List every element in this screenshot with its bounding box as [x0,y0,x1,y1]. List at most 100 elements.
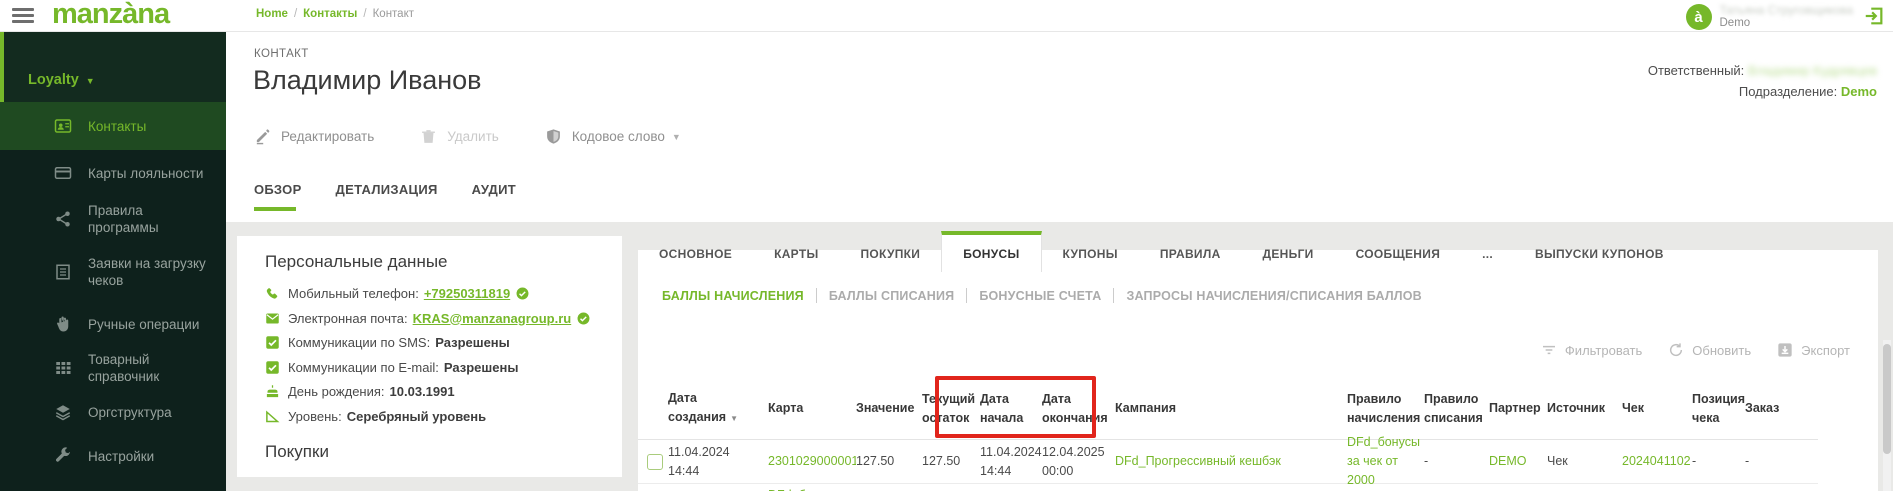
sidebar: Loyalty ▼ Контакты Карты лояльности Прав… [0,32,226,491]
tab-more[interactable]: ... [1461,238,1514,272]
shield-icon [545,128,562,145]
entity-kicker: КОНТАКТ [254,48,309,60]
subtab-writeoff-points[interactable]: БАЛЛЫ СПИСАНИЯ [829,289,954,303]
user-menu[interactable]: à Татьяна Струговщикова Demo [1685,2,1853,32]
chevron-down-icon: ▼ [85,76,95,86]
tab-bonuses[interactable]: БОНУСЫ [941,231,1042,272]
level-value: Серебряный уровень [346,408,487,424]
wrench-icon [54,447,72,465]
bonus-card: БАЛЛЫ НАЧИСЛЕНИЯ БАЛЛЫ СПИСАНИЯ БОНУСНЫЕ… [638,250,1878,491]
col-partner[interactable]: Партнер [1489,399,1547,418]
delete-button[interactable]: Удалить [420,128,499,145]
col-campaign[interactable]: Кампания [1115,399,1347,418]
sort-caret-icon: ▼ [730,414,738,423]
subtab-bonus-accounts[interactable]: БОНУСНЫЕ СЧЕТА [979,289,1101,303]
breadcrumb-separator: / [293,8,298,20]
partner-link[interactable]: DEMO [1489,454,1527,468]
receipt-link[interactable]: 2024041102 [1622,454,1691,468]
campaign-link[interactable]: DFd_Прогрессивный кешбэк [1115,454,1281,468]
tab-coupon-issues[interactable]: ВЫПУСКИ КУПОНОВ [1514,238,1685,272]
row-checkbox[interactable] [647,453,663,470]
subtab-accrual-points[interactable]: БАЛЛЫ НАЧИСЛЕНИЯ [662,289,804,303]
personal-data-title: Персональные данные [265,252,448,271]
tab-overview[interactable]: ОБЗОР [254,182,302,211]
bonus-panel-tabs: ОСНОВНОЕ КАРТЫ ПОКУПКИ БОНУСЫ КУПОНЫ ПРА… [638,230,1685,272]
col-receipt-position[interactable]: Позиция чека [1692,390,1745,428]
email-link[interactable]: KRAS@manzanagroup.ru [413,311,572,326]
accrual-rule-link[interactable]: DFd_бонусы за чек от 2000 [1347,435,1420,487]
chevron-down-icon: ▼ [671,131,681,142]
purchases-title: Покупки [265,441,329,461]
birthday-value: 10.03.1991 [389,384,455,399]
table-header-row: Дата создания ▼ Карта Значение Текущий ос… [638,378,1818,440]
sidebar-item-settings[interactable]: Настройки [0,434,226,478]
trash-icon [420,128,437,145]
tab-money[interactable]: ДЕНЬГИ [1242,238,1335,272]
sidebar-item-product-catalog[interactable]: Товарный справочник [0,346,226,390]
cell-current-balance: 127.50 [922,454,961,468]
hamburger-menu-icon[interactable] [12,8,34,24]
breadcrumb-separator: / [363,8,367,20]
action-bar: Редактировать Удалить Кодовое слово ▼ [254,128,727,145]
contact-header: КОНТАКТ Владимир Иванов Ответственный: В… [226,32,1893,222]
sidebar-item-receipt-upload[interactable]: Заявки на загрузку чеков [0,242,226,302]
sidebar-item-contacts[interactable]: Контакты [0,102,226,150]
col-end-date[interactable]: Дата окончания [1042,390,1115,428]
cell-receipt-position: - [1692,454,1697,468]
col-writeoff-rule[interactable]: Правило списания [1424,390,1489,428]
tab-cards[interactable]: КАРТЫ [753,238,839,272]
module-switcher[interactable]: Loyalty ▼ [0,32,226,102]
tab-rules[interactable]: ПРАВИЛА [1139,238,1242,272]
manzana-logo: manzàna [52,0,170,30]
tab-coupons[interactable]: КУПОНЫ [1042,238,1139,272]
phone-link[interactable]: +79250311819 [424,286,510,301]
col-source[interactable]: Источник [1547,399,1622,418]
cell-created: 11.04.2024 14:44 [668,444,730,478]
col-value[interactable]: Значение [856,399,922,418]
avatar[interactable]: à [1685,4,1712,30]
scrollbar-thumb[interactable] [1883,344,1891,454]
card-link[interactable]: 2301029000001 [768,454,856,468]
refresh-icon [1668,342,1684,358]
sidebar-item-org-structure[interactable]: Оргструктура [0,390,226,434]
contact-tabs: ОБЗОР ДЕТАЛИЗАЦИЯ АУДИТ [254,182,550,211]
verified-icon [516,287,529,300]
col-created[interactable]: Дата создания ▼ [668,389,768,428]
email-communications-row: Коммуникации по E-mail: Разрешены [265,360,602,375]
sidebar-item-transactional[interactable]: Транзакционные [0,478,226,491]
sidebar-item-program-rules[interactable]: Правила программы [0,196,226,242]
table-row: 11.04.2024 14:44 2301029000001 127.50 12… [638,435,1818,487]
cell-start-date: 11.04.2024 14:44 [980,444,1042,478]
birthday-row: День рождения: 10.03.1991 [265,384,602,399]
col-current-balance[interactable]: Текущий остаток [922,390,980,428]
refresh-button[interactable]: Обновить [1668,342,1751,358]
tab-messages[interactable]: СООБЩЕНИЯ [1335,238,1462,272]
export-button[interactable]: Экспорт [1777,342,1850,358]
cell-value: 127.50 [856,454,895,468]
filter-button[interactable]: Фильтровать [1541,342,1642,358]
col-start-date[interactable]: Дата начала [980,390,1042,428]
email-communications-value: Разрешены [443,359,519,375]
share-nodes-icon [54,210,72,228]
edit-button[interactable]: Редактировать [254,128,374,145]
col-accrual-rule[interactable]: Правило начисления [1347,390,1424,428]
col-card[interactable]: Карта [768,399,856,418]
sidebar-item-loyalty-cards[interactable]: Карты лояльности [0,150,226,196]
contact-card-icon [54,117,72,135]
phone-row: Мобильный телефон: +79250311819 [265,286,602,301]
tab-purchases[interactable]: ПОКУПКИ [840,238,942,272]
logout-icon[interactable] [1863,5,1885,27]
codeword-button[interactable]: Кодовое слово ▼ [545,128,681,145]
page-title: Владимир Иванов [253,65,482,95]
sidebar-item-manual-operations[interactable]: Ручные операции [0,302,226,346]
level-triangle-icon [265,409,280,424]
breadcrumb-home[interactable]: Home [256,8,288,20]
tab-audit[interactable]: АУДИТ [472,182,516,211]
bonus-subtabs: БАЛЛЫ НАЧИСЛЕНИЯ БАЛЛЫ СПИСАНИЯ БОНУСНЫЕ… [662,288,1422,303]
tab-detailing[interactable]: ДЕТАЛИЗАЦИЯ [336,182,438,211]
subtab-point-requests[interactable]: ЗАПРОСЫ НАЧИСЛЕНИЯ/СПИСАНИЯ БАЛЛОВ [1126,289,1421,303]
col-receipt[interactable]: Чек [1622,399,1692,418]
col-order[interactable]: Заказ [1745,399,1790,418]
breadcrumb-contacts[interactable]: Контакты [303,8,357,20]
tab-main[interactable]: ОСНОВНОЕ [638,238,753,272]
